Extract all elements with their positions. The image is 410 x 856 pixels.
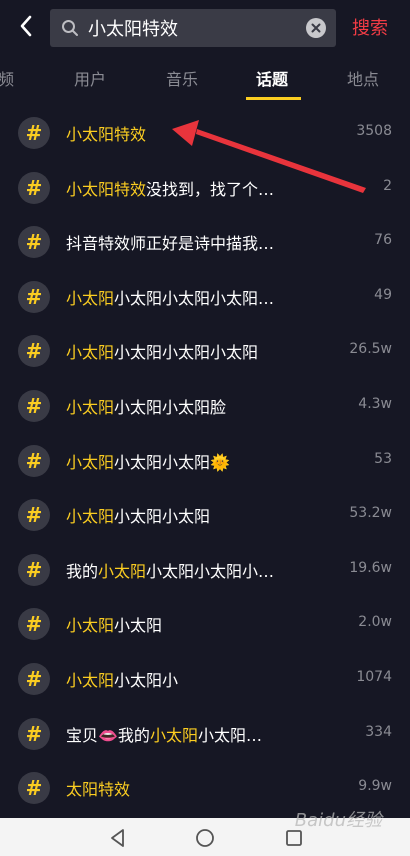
header: 小太阳特效 搜索 [0,0,410,54]
hash-icon: # [18,608,50,641]
topic-title: 小太阳小太阳小 [66,667,178,691]
topic-title-text: 小太阳小 [114,670,179,690]
watermark: Baidu经验 [294,810,382,831]
tab-places[interactable]: 地点 [347,66,379,90]
highlighted-keyword: 小太阳特效 [66,179,147,199]
topic-title-text: 小太阳小太阳脸 [114,397,227,417]
highlighted-keyword: 小太阳 [66,452,115,472]
tab-music[interactable]: 音乐 [166,66,198,90]
topic-row[interactable]: # 小太阳小太阳小太阳 53.2w [0,488,410,543]
topic-title-text: 小太阳小太阳小太阳… [114,288,275,308]
hash-icon: # [18,226,50,259]
topic-count: 3508 [356,123,392,139]
highlighted-keyword: 小太阳特效 [66,125,147,144]
topic-title-text: 小太阳小太阳🌞 [114,452,230,472]
hash-icon: # [18,117,50,149]
topic-count: 53 [374,450,392,467]
highlighted-keyword: 小太阳 [66,397,115,417]
topic-count: 4.3w [358,395,392,412]
topic-row[interactable]: # 抖音特效师正好是诗中描我… 76 [0,215,410,270]
tab-users[interactable]: 用户 [74,66,106,90]
topic-row[interactable]: # 小太阳小太阳小太阳脸 4.3w [0,379,410,434]
hash-icon: # [18,444,50,477]
topic-title: 小太阳小太阳小太阳🌞 [66,449,230,473]
hash-icon: # [18,772,50,805]
highlighted-keyword: 小太阳 [66,288,115,308]
highlighted-keyword: 太阳特效 [66,780,131,800]
search-box[interactable]: 小太阳特效 [50,9,336,47]
topic-title-text: 小太阳… [197,725,262,745]
topic-count: 1074 [356,668,392,685]
topic-count: 76 [374,232,392,249]
back-button[interactable] [10,10,42,42]
hash-icon: # [18,662,50,695]
topic-row[interactable]: # 小太阳小太阳小太阳🌞 53 [0,434,410,489]
nav-back-icon[interactable] [107,827,129,849]
topic-title-text: 我的 [66,561,99,581]
search-icon [60,18,80,38]
hash-icon: # [18,717,50,750]
topic-title: 小太阳小太阳 [66,612,162,636]
hash-icon: # [18,499,50,532]
topic-title-text: 宝贝👄我的 [66,725,150,745]
topic-title: 我的小太阳小太阳小太阳小… [66,558,274,582]
topic-title-text: 小太阳小太阳小太阳 [114,343,259,363]
topic-title: 小太阳特效 [66,121,146,145]
nav-home-icon[interactable] [194,827,216,849]
topic-title: 小太阳特效没找到，找了个… [66,176,274,200]
highlighted-keyword: 小太阳 [98,561,147,581]
clear-icon[interactable] [306,18,326,38]
topic-row[interactable]: # 小太阳小太阳小太阳小太阳 26.5w [0,324,410,379]
topic-title-text: 小太阳 [114,616,163,636]
topic-count: 9.9w [358,778,392,795]
hash-icon: # [18,171,50,204]
topic-list: # 小太阳特效 3508 # 小太阳特效没找到，找了个… 2 # 抖音特效师正好是诗中描我… 7… [0,106,410,816]
topic-title-text: 小太阳小太阳 [114,507,211,527]
topic-title: 小太阳小太阳小太阳小太阳… [66,285,274,309]
topic-title-text: 小太阳小太阳小… [146,561,275,581]
topic-row[interactable]: # 宝贝👄我的小太阳小太阳… 334 [0,707,410,762]
topic-count: 2.0w [358,614,392,631]
topic-title: 小太阳小太阳小太阳脸 [66,394,226,418]
topic-title: 太阳特效 [66,776,130,800]
hash-icon: # [18,389,50,422]
highlighted-keyword: 小太阳 [66,343,115,363]
topic-count: 334 [365,723,392,740]
hash-icon: # [18,280,50,313]
highlighted-keyword: 小太阳 [149,725,198,745]
topic-title: 宝贝👄我的小太阳小太阳… [66,722,262,746]
topic-count: 26.5w [349,341,392,358]
topic-row[interactable]: # 小太阳特效没找到，找了个… 2 [0,161,410,216]
highlighted-keyword: 小太阳 [66,507,115,527]
highlighted-keyword: 小太阳 [66,616,115,636]
topic-count: 49 [374,286,392,303]
topic-title: 小太阳小太阳小太阳 [66,503,210,527]
topic-title-text: 没找到，找了个… [146,179,275,199]
topic-count: 53.2w [349,505,392,522]
topic-count: 2 [383,177,392,194]
topic-row[interactable]: # 小太阳特效 3508 [0,106,410,161]
topic-row[interactable]: # 我的小太阳小太阳小太阳小… 19.6w [0,543,410,598]
tab-video[interactable]: 频 [0,66,14,90]
topic-title: 小太阳小太阳小太阳小太阳 [66,339,258,363]
topic-row[interactable]: # 小太阳小太阳 2.0w [0,597,410,652]
topic-count: 19.6w [349,559,392,576]
hash-icon: # [18,553,50,586]
search-input[interactable]: 小太阳特效 [88,15,306,41]
tab-topics[interactable]: 话题 [256,66,288,90]
highlighted-keyword: 小太阳 [66,670,115,690]
topic-title: 抖音特效师正好是诗中描我… [66,230,274,254]
active-tab-indicator [246,97,301,100]
chevron-left-icon [20,15,32,37]
tab-bar: 频 用户 音乐 话题 地点 [0,54,410,100]
topic-row[interactable]: # 小太阳小太阳小太阳小太阳… 49 [0,270,410,325]
topic-title-text: 抖音特效师正好是诗中描我… [66,234,275,254]
search-button[interactable]: 搜索 [352,14,388,40]
topic-row[interactable]: # 小太阳小太阳小 1074 [0,652,410,707]
hash-icon: # [18,335,50,368]
